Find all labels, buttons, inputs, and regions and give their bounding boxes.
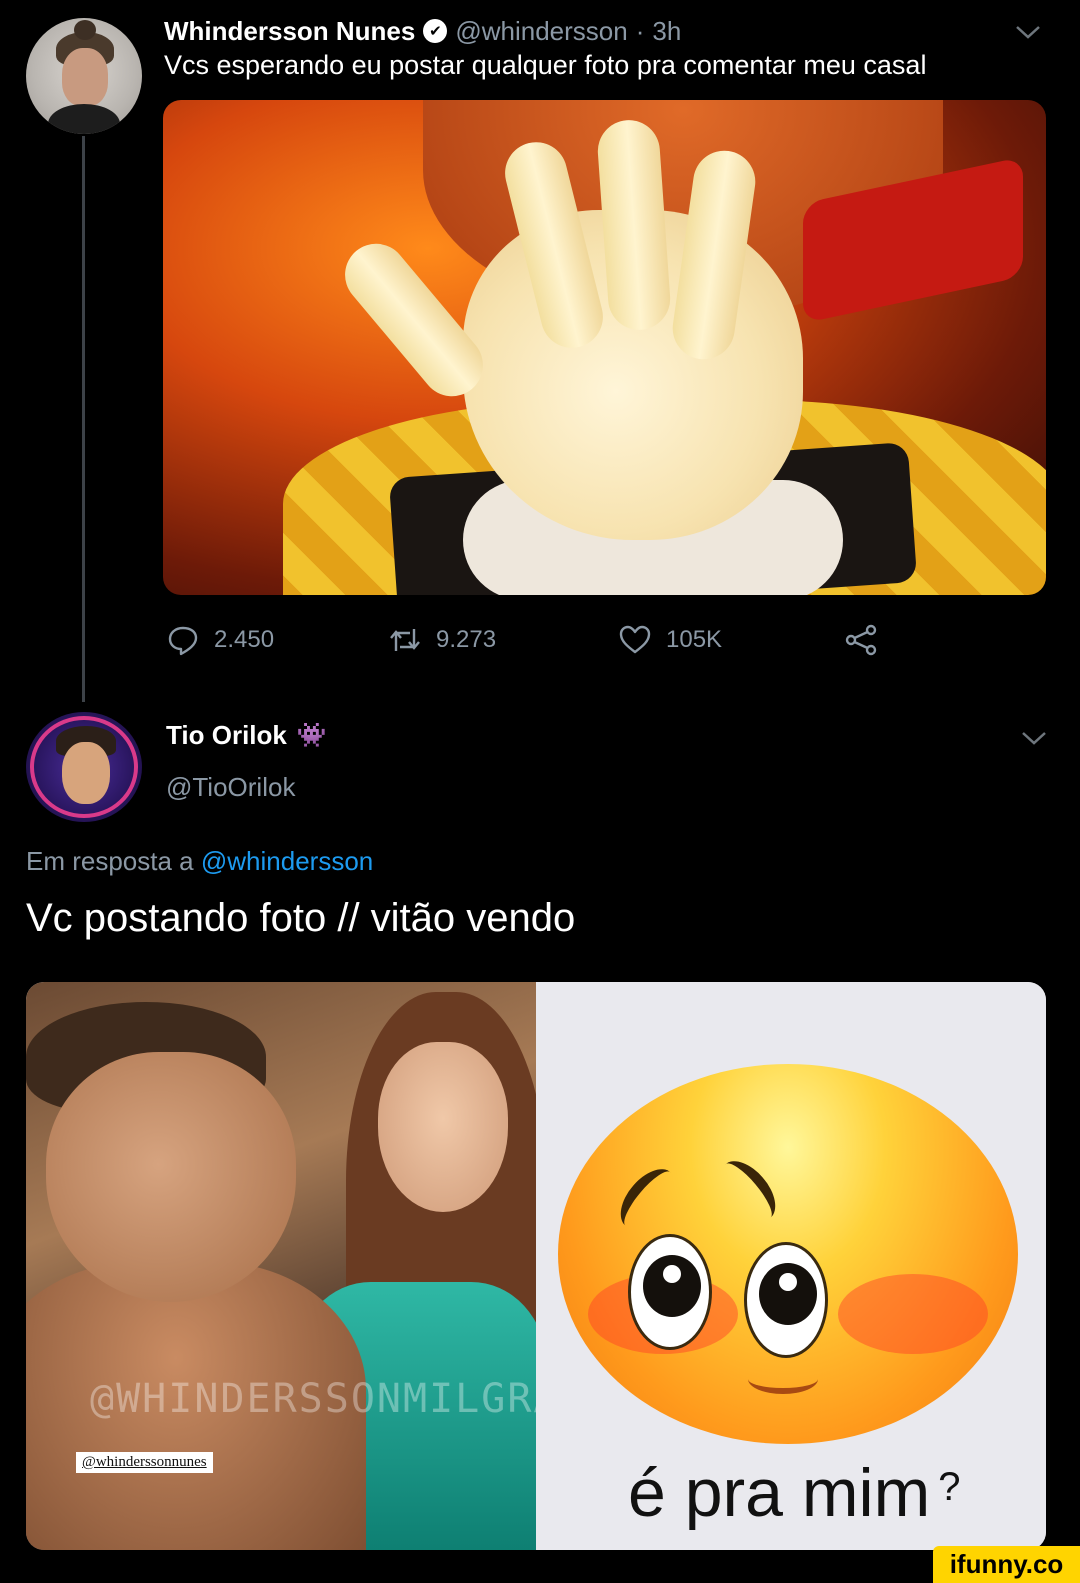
avatar-hair-bun bbox=[74, 20, 96, 40]
couple-photo: @WHINDERSSONMILGRAU @whinderssonnunes bbox=[26, 982, 536, 1550]
reply-mention-link[interactable]: @whindersson bbox=[201, 846, 373, 876]
reply-count: 2.450 bbox=[214, 626, 275, 653]
tweet1-action-bar: 2.450 9.273 105K bbox=[166, 617, 926, 663]
tweet2-handle[interactable]: @TioOrilok bbox=[166, 772, 295, 803]
retweet-icon bbox=[390, 629, 420, 651]
alien-monster-icon: 👾 bbox=[296, 722, 327, 749]
share-button[interactable] bbox=[844, 617, 878, 663]
emoji-caption: é pra mim? bbox=[628, 1454, 961, 1532]
tweet2-author-name[interactable]: Tio Orilok bbox=[166, 720, 287, 751]
blushing-emoji-icon bbox=[558, 1064, 1018, 1444]
retweet-button[interactable]: 9.273 bbox=[388, 617, 496, 663]
emoji-eye-shine bbox=[663, 1265, 681, 1283]
chevron-down-icon[interactable] bbox=[1014, 22, 1042, 42]
photo-user-tag: @whinderssonnunes bbox=[76, 1452, 213, 1473]
retweet-count: 9.273 bbox=[436, 626, 497, 653]
thread-line bbox=[82, 136, 85, 702]
like-count: 105K bbox=[666, 626, 723, 653]
like-icon bbox=[619, 625, 651, 654]
emoji-mouth bbox=[748, 1364, 818, 1394]
tweet2-author-row: Tio Orilok 👾 bbox=[166, 720, 327, 751]
tweet1-media-image[interactable] bbox=[163, 100, 1046, 595]
tweet1-time[interactable]: 3h bbox=[652, 16, 681, 47]
tweet1-text: Vcs esperando eu postar qualquer foto pr… bbox=[164, 50, 927, 80]
tweet2-media-image[interactable]: @WHINDERSSONMILGRAU @whinderssonnunes é … bbox=[26, 982, 1046, 1550]
emoji-brow-left bbox=[610, 1159, 686, 1239]
emoji-blush-right bbox=[838, 1274, 988, 1354]
photo-man-face bbox=[46, 1052, 296, 1302]
reply-icon bbox=[168, 626, 198, 656]
emoji-caption-text: é pra mim bbox=[628, 1455, 931, 1531]
emoji-brow-right bbox=[710, 1151, 786, 1231]
avatar-tioorilok[interactable] bbox=[26, 712, 142, 822]
avatar-body bbox=[48, 104, 120, 134]
emoji-eye-left bbox=[628, 1234, 712, 1350]
page: Whindersson Nunes ✔ @whindersson · 3h Vc… bbox=[0, 0, 1080, 1583]
chevron-down-icon[interactable] bbox=[1020, 728, 1048, 748]
emoji-eye-shine bbox=[779, 1273, 797, 1291]
tweet1-header: Whindersson Nunes ✔ @whindersson · 3h bbox=[164, 14, 681, 48]
reply-button[interactable]: 2.450 bbox=[166, 617, 274, 663]
avatar-whindersson[interactable] bbox=[26, 18, 142, 134]
tweet1-separator: · bbox=[635, 15, 645, 46]
like-button[interactable]: 105K bbox=[618, 617, 722, 663]
reply-prefix: Em resposta a bbox=[26, 846, 194, 876]
ifunny-watermark: ifunny.co bbox=[933, 1546, 1080, 1583]
avatar-face bbox=[62, 742, 110, 804]
tweet2-text: Vc postando foto // vitão vendo bbox=[26, 896, 576, 940]
share-icon bbox=[845, 624, 877, 656]
tweet1-author-name[interactable]: Whindersson Nunes bbox=[164, 16, 415, 47]
photo-woman-face bbox=[378, 1042, 508, 1212]
photo-watermark: @WHINDERSSONMILGRAU bbox=[90, 1376, 536, 1422]
blushing-emoji-panel: é pra mim? bbox=[536, 982, 1046, 1550]
emoji-caption-question-mark: ? bbox=[938, 1465, 961, 1509]
tweet1-handle[interactable]: @whindersson bbox=[455, 16, 627, 47]
verified-badge-icon: ✔ bbox=[423, 19, 448, 43]
reply-context: Em resposta a @whindersson bbox=[26, 846, 373, 877]
avatar-face bbox=[62, 48, 108, 106]
emoji-pupil bbox=[643, 1255, 701, 1317]
emoji-pupil bbox=[759, 1263, 817, 1325]
emoji-eye-right bbox=[744, 1242, 828, 1358]
